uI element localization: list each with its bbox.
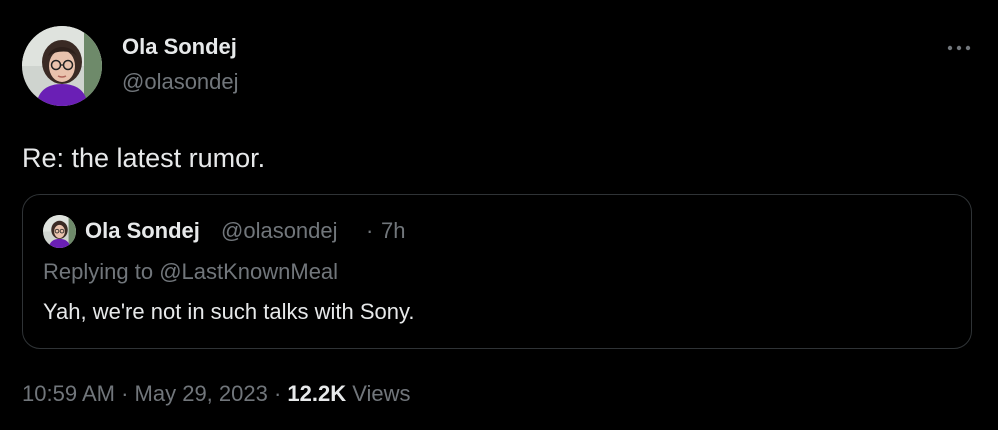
replying-to-line: Replying to @LastKnownMeal xyxy=(43,258,338,286)
replying-to-prefix: Replying to xyxy=(43,259,160,284)
separator-dot: · xyxy=(366,218,374,243)
author-handle[interactable]: @olasondej xyxy=(122,68,239,96)
views-count: 12.2K xyxy=(287,381,347,406)
tweet: Ola Sondej @olasondej Re: the latest rum… xyxy=(0,0,998,430)
quoted-author-avatar[interactable] xyxy=(43,215,76,248)
author-name[interactable]: Ola Sondej xyxy=(122,33,237,61)
quoted-timestamp[interactable]: 7h xyxy=(381,217,405,245)
author-avatar[interactable] xyxy=(22,26,102,106)
quoted-author-handle[interactable]: @olasondej xyxy=(221,217,338,245)
quoted-tweet-text: Yah, we're not in such talks with Sony. xyxy=(43,299,415,324)
views-label: Views xyxy=(352,381,411,406)
avatar-photo-icon xyxy=(43,215,76,248)
tweet-date[interactable]: May 29, 2023 xyxy=(135,381,268,406)
more-options-button[interactable] xyxy=(936,30,982,66)
separator-dot: · xyxy=(273,381,282,406)
quoted-author-name[interactable]: Ola Sondej xyxy=(85,217,200,245)
tweet-time[interactable]: 10:59 AM xyxy=(22,381,115,406)
replying-to-mention[interactable]: @LastKnownMeal xyxy=(159,259,338,284)
avatar-photo-icon xyxy=(22,26,102,106)
tweet-metadata: 10:59 AM · May 29, 2023 · 12.2K Views xyxy=(22,380,411,408)
separator-dot: · xyxy=(121,381,129,406)
quoted-tweet-card[interactable]: Ola Sondej @olasondej · 7h Replying to @… xyxy=(22,194,972,349)
ellipsis-horizontal-icon xyxy=(947,45,971,51)
tweet-text: Re: the latest rumor. xyxy=(22,143,266,173)
